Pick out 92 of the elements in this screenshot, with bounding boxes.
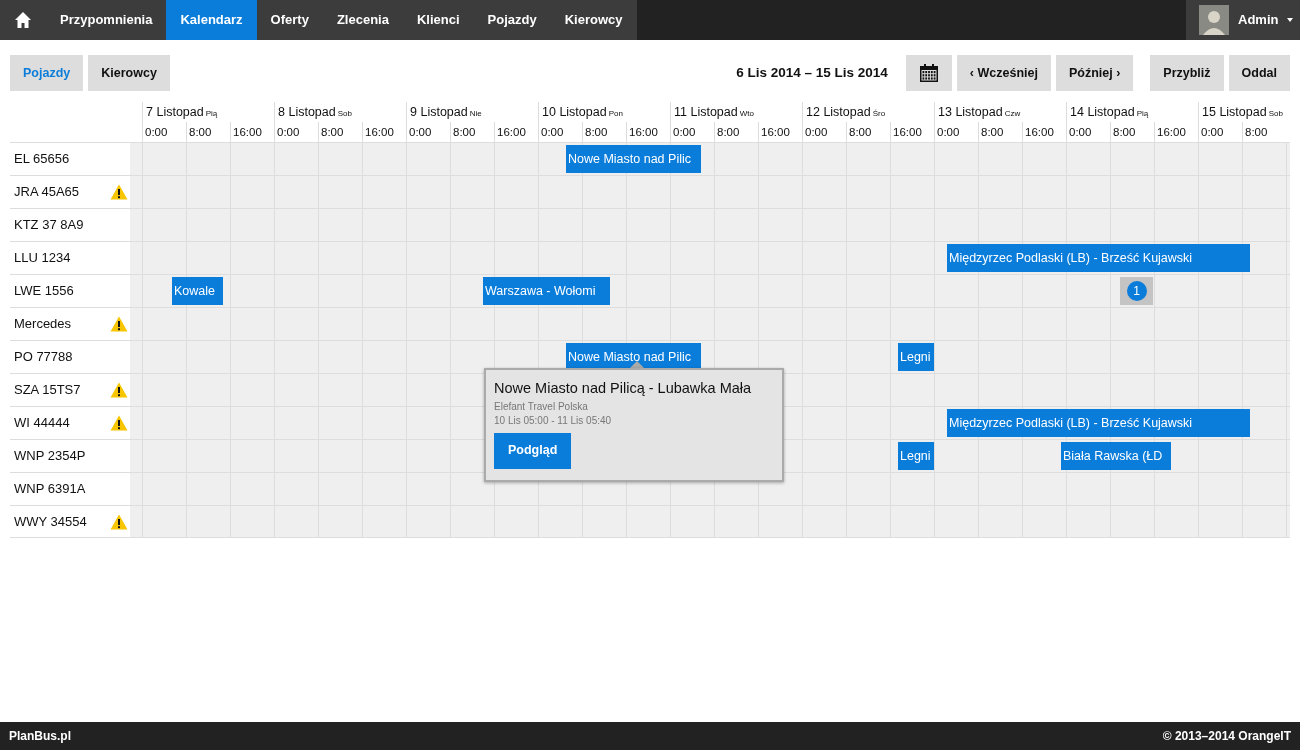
hour-label: 0:00 [145, 126, 168, 138]
nav-link[interactable]: Zlecenia [322, 0, 403, 40]
hour-label: 0:00 [541, 126, 564, 138]
nav-link[interactable]: Oferty [256, 0, 323, 40]
hour-label: 0:00 [805, 126, 828, 138]
vehicle-name: WNP 2354P [14, 447, 86, 466]
day-header: 13 Listopad [938, 105, 1003, 119]
vehicle-name: KTZ 37 8A9 [14, 216, 84, 235]
hour-label: 16:00 [629, 126, 658, 138]
calendar-button[interactable] [905, 55, 952, 91]
day-header: 11 Listopad [674, 105, 738, 119]
weekday-label: Wto [739, 109, 754, 118]
hour-label: 16:00 [365, 126, 394, 138]
vehicle-name: EL 65656 [14, 150, 70, 169]
vehicle-name: JRA 45A65 [14, 183, 80, 202]
event-bar[interactable]: Biała Rawska (ŁD [1061, 442, 1171, 470]
hour-label: 0:00 [409, 126, 432, 138]
copyright: © 2013–2014 OrangeIT [1162, 728, 1291, 745]
weekday-label: Czw [1004, 109, 1021, 118]
day-header: 12 Listopad [806, 105, 871, 119]
hour-label: 8:00 [1113, 126, 1136, 138]
day-header: 15 Listopad [1202, 105, 1267, 119]
day-header: 7 Listopad [146, 105, 204, 119]
toolbar-button[interactable]: Oddal [1228, 55, 1290, 91]
day-header: 9 Listopad [410, 105, 468, 119]
weekday-label: Pią [205, 109, 218, 118]
toolbar-button[interactable]: Później › [1055, 55, 1134, 91]
hour-label: 8:00 [1245, 126, 1268, 138]
vehicle-name: WWY 34554 [14, 512, 87, 531]
event-group[interactable]: 1 [1120, 277, 1153, 305]
hour-label: 8:00 [585, 126, 608, 138]
event-bar[interactable]: Międzyrzec Podlaski (LB) - Brześć Kujawski [947, 244, 1250, 272]
hour-label: 16:00 [497, 126, 526, 138]
vehicle-name: LLU 1234 [14, 249, 71, 268]
event-bar[interactable]: Kowale [172, 277, 223, 305]
event-bar[interactable]: Nowe Miasto nad Pilic [566, 343, 701, 371]
hour-label: 16:00 [1025, 126, 1054, 138]
hour-label: 0:00 [1201, 126, 1224, 138]
user-menu[interactable]: Admin [1238, 10, 1279, 30]
hour-label: 16:00 [761, 126, 790, 138]
event-bar[interactable]: Nowe Miasto nad Pilic [566, 145, 701, 173]
hour-label: 0:00 [937, 126, 960, 138]
hour-label: 8:00 [849, 126, 872, 138]
vehicle-name: Mercedes [14, 315, 72, 334]
nav-link[interactable]: Pojazdy [473, 0, 551, 40]
view-tab[interactable]: Pojazdy [10, 55, 84, 91]
calendar-icon [918, 63, 939, 83]
preview-button[interactable]: Podgląd [494, 432, 572, 469]
count-badge: 1 [1126, 281, 1147, 301]
caret-icon[interactable] [1287, 18, 1294, 22]
weekday-label: Śro [872, 109, 886, 118]
popover-title: Nowe Miasto nad Pilicą - Lubawka Mała [494, 379, 753, 398]
hour-label: 8:00 [453, 126, 476, 138]
nav-link[interactable]: Klienci [402, 0, 474, 40]
event-bar[interactable]: Międzyrzec Podlaski (LB) - Brześć Kujawski [947, 409, 1250, 437]
vehicle-name: PO 77788 [14, 348, 73, 367]
hour-label: 0:00 [277, 126, 300, 138]
hour-label: 0:00 [673, 126, 696, 138]
day-header: 14 Listopad [1070, 105, 1135, 119]
vehicle-name: WNP 6391A [14, 480, 86, 499]
vehicle-name: LWE 1556 [14, 282, 74, 301]
nav-link[interactable]: Przypomnienia [46, 0, 167, 40]
vehicle-name: SZA 15TS7 [14, 381, 81, 400]
hour-label: 16:00 [893, 126, 922, 138]
event-bar[interactable]: Legni [898, 343, 934, 371]
weekday-label: Nie [469, 109, 482, 118]
toolbar-button[interactable]: ‹ Wcześniej [956, 55, 1051, 91]
weekday-label: Sob [1268, 109, 1283, 118]
day-header: 10 Listopad [542, 105, 607, 119]
hour-label: 8:00 [717, 126, 740, 138]
weekday-label: Sob [337, 109, 352, 118]
hour-label: 0:00 [1069, 126, 1092, 138]
hour-label: 16:00 [233, 126, 262, 138]
event-time: 10 Lis 05:00 - 11 Lis 05:40 [494, 413, 613, 428]
hour-label: 8:00 [321, 126, 344, 138]
hour-label: 16:00 [1157, 126, 1186, 138]
date-range: 6 Lis 2014 – 15 Lis 2014 [736, 63, 888, 82]
nav-link[interactable]: Kierowcy [550, 0, 637, 40]
view-tab[interactable]: Kierowcy [88, 55, 170, 91]
day-header: 8 Listopad [278, 105, 336, 119]
hour-label: 8:00 [189, 126, 212, 138]
event-bar[interactable]: Warszawa - Wołomi [483, 277, 610, 305]
vehicle-name: WI 44444 [14, 414, 70, 433]
event-bar[interactable]: Legni [898, 442, 934, 470]
weekday-label: Pią [1136, 109, 1149, 118]
avatar [1199, 5, 1229, 35]
hour-label: 8:00 [981, 126, 1004, 138]
company-name: Elefant Travel Polska [494, 399, 589, 414]
weekday-label: Pon [608, 109, 623, 118]
toolbar-button[interactable]: Przybliż [1150, 55, 1224, 91]
footer-brand: PlanBus.pl [9, 728, 71, 745]
nav-link[interactable]: Kalendarz [166, 0, 257, 40]
